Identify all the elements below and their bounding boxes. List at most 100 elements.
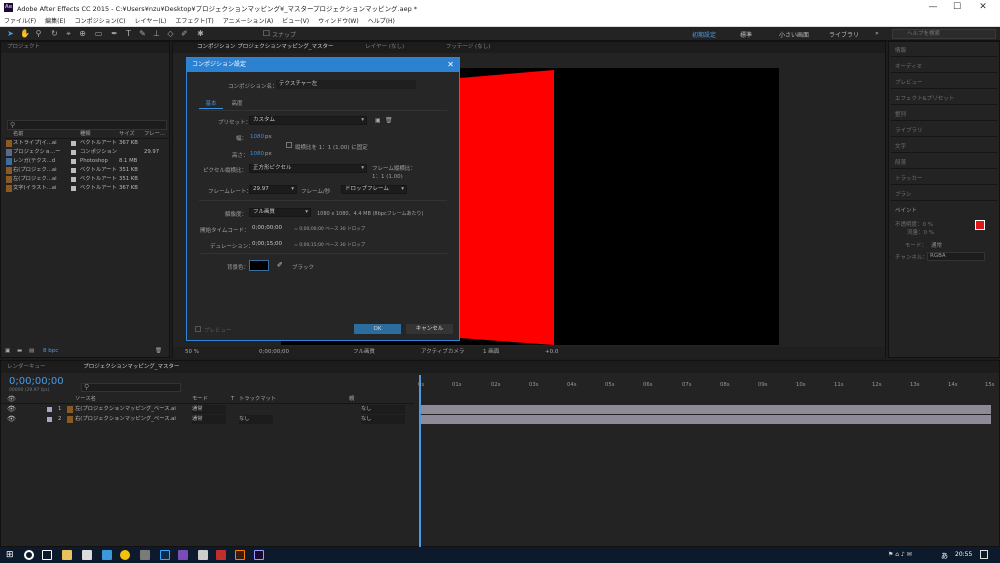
layer-name[interactable]: 右(プロジェクションマッピング_ベース.ai — [75, 415, 179, 424]
store-icon[interactable] — [82, 550, 92, 560]
height-value[interactable]: 1080 — [250, 151, 264, 157]
project-item[interactable]: レンガ(テクス...d Photoshop 8.1 MB — [5, 157, 169, 166]
background-color-swatch[interactable] — [249, 260, 269, 271]
pan-behind-tool-icon[interactable]: ⊕ — [78, 29, 87, 38]
after-effects-taskbar-icon[interactable] — [254, 550, 264, 560]
save-preset-icon[interactable]: ▣ — [375, 117, 381, 124]
ok-button[interactable]: OK — [354, 324, 401, 334]
camera-dropdown[interactable]: アクティブカメラ — [421, 347, 464, 358]
panel-paragraph[interactable]: 段落 — [895, 158, 906, 166]
comp-name-input[interactable]: テクスチャー左 — [276, 80, 416, 89]
project-item[interactable]: 文字(イラスト...ai ベクトルアート 367 KB — [5, 184, 169, 193]
tab-footage[interactable]: フッテージ (なし) — [446, 44, 490, 50]
panel-effects-presets[interactable]: エフェクト&プリセット — [895, 94, 954, 102]
mail-icon[interactable] — [198, 550, 208, 560]
layer-duration-bar[interactable] — [419, 405, 991, 414]
menu-window[interactable]: ウィンドウ(W) — [318, 16, 359, 25]
windows-start-icon[interactable]: ⊞ — [6, 550, 16, 560]
menu-animation[interactable]: アニメーション(A) — [223, 16, 274, 25]
rotate-tool-icon[interactable]: ↻ — [50, 29, 59, 38]
col-source-name[interactable]: ソース名 — [75, 395, 96, 404]
clone-stamp-tool-icon[interactable]: ⊥ — [152, 29, 161, 38]
new-folder-icon[interactable]: ▬ — [17, 348, 22, 354]
project-item[interactable]: プロジェクショ...ー コンポジション 29.97 — [5, 148, 169, 157]
layer-mode-dropdown[interactable]: 通常 — [192, 405, 226, 414]
menu-edit[interactable]: 編集(E) — [45, 16, 65, 25]
tab-layer[interactable]: レイヤー (なし) — [365, 44, 404, 50]
tab-composition[interactable]: コンポジション プロジェクションマッピング_マスター — [197, 44, 334, 50]
panel-libraries[interactable]: ライブラリ — [895, 126, 923, 134]
eyedropper-icon[interactable]: ✐ — [277, 261, 283, 269]
layer-duration-bar[interactable] — [419, 415, 991, 424]
task-view-icon[interactable] — [42, 550, 52, 560]
cortana-icon[interactable] — [24, 550, 34, 560]
col-frame[interactable]: フレー... — [144, 130, 165, 139]
selection-tool-icon[interactable]: ➤ — [6, 29, 15, 38]
duration-input[interactable]: 0;00;15;00 — [249, 240, 289, 249]
foreground-color-swatch[interactable] — [975, 220, 985, 230]
exposure-value[interactable]: +0.0 — [545, 347, 558, 358]
pen-tool-icon[interactable]: ✒ — [110, 29, 119, 38]
camera-tool-icon[interactable]: ⌖ — [64, 29, 73, 38]
timeline-current-time[interactable]: 0;00;00;00 — [9, 376, 64, 387]
more-workspaces-button[interactable]: » — [875, 30, 879, 37]
paint-flow[interactable]: 流量：0 % — [907, 228, 934, 236]
layer-mode-dropdown[interactable]: 通常 — [192, 415, 226, 424]
panel-tracker[interactable]: トラッカー — [895, 174, 923, 182]
rectangle-tool-icon[interactable]: ▭ — [94, 29, 103, 38]
start-timecode-input[interactable]: 0;00;00;00 — [249, 224, 289, 233]
eraser-tool-icon[interactable]: ◇ — [166, 29, 175, 38]
resolution-dropdown[interactable]: フル画質 ▾ — [249, 208, 311, 217]
cancel-button[interactable]: キャンセル — [406, 324, 453, 334]
views-dropdown[interactable]: 1 画面 — [483, 347, 499, 358]
visibility-eye-icon[interactable]: 👁 — [7, 415, 16, 424]
type-tool-icon[interactable]: T — [124, 29, 133, 38]
visual-studio-icon[interactable] — [178, 550, 188, 560]
tab-timeline-comp[interactable]: プロジェクションマッピング_マスター — [83, 364, 179, 370]
chrome-icon[interactable] — [120, 550, 130, 560]
frame-rate-dropdown[interactable]: 29.97 ▾ — [249, 185, 297, 194]
col-track-matte[interactable]: トラックマット — [239, 395, 276, 404]
illustrator-icon[interactable] — [235, 550, 245, 560]
workspace-small-screen[interactable]: 小さい画面 — [779, 30, 809, 39]
panel-audio[interactable]: オーディオ — [895, 62, 922, 70]
zoom-tool-icon[interactable]: ⚲ — [34, 29, 43, 38]
col-name[interactable]: 名前 — [13, 130, 24, 139]
tab-advanced[interactable]: 高度 — [225, 99, 249, 109]
tab-render-queue[interactable]: レンダーキュー — [7, 364, 46, 370]
puppet-tool-icon[interactable]: ✱ — [196, 29, 205, 38]
brush-tool-icon[interactable]: ✎ — [138, 29, 147, 38]
delete-icon[interactable]: 🗑 — [155, 348, 162, 354]
panel-info[interactable]: 情報 — [895, 46, 906, 54]
photoshop-icon[interactable] — [160, 550, 170, 560]
panel-preview[interactable]: プレビュー — [895, 78, 923, 86]
timeline-layer[interactable]: 👁 2 右(プロジェクションマッピング_ベース.ai 通常 なし なし — [1, 415, 414, 424]
timeline-layer[interactable]: 👁 1 左(プロジェクションマッピング_ベース.ai 通常 なし — [1, 405, 414, 414]
workspace-standard[interactable]: 標準 — [740, 30, 752, 39]
zoom-dropdown[interactable]: 50 % — [185, 347, 199, 358]
current-time-indicator[interactable] — [419, 375, 421, 547]
preset-dropdown[interactable]: カスタム ▾ — [249, 116, 367, 125]
panel-character[interactable]: 文字 — [895, 142, 906, 150]
project-item[interactable]: ストライプ(イ...ai ベクトルアート 367 KB — [5, 139, 169, 148]
menu-file[interactable]: ファイル(F) — [4, 16, 36, 25]
timeline-search-input[interactable]: ⚲ — [81, 383, 181, 392]
minimize-button[interactable]: — — [922, 1, 944, 14]
drop-frame-dropdown[interactable]: ドロップフレーム ▾ — [341, 185, 407, 194]
panel-align[interactable]: 整列 — [895, 110, 906, 118]
paint-channel-dropdown[interactable]: RGBA — [927, 252, 985, 261]
layer-name[interactable]: 左(プロジェクションマッピング_ベース.ai — [75, 405, 179, 414]
project-item[interactable]: 左(プロジェク...ai ベクトルアート 351 KB — [5, 175, 169, 184]
notification-icon[interactable] — [980, 550, 988, 559]
col-parent[interactable]: 親 — [349, 395, 354, 404]
visibility-eye-icon[interactable]: 👁 — [7, 405, 16, 414]
snap-checkbox-icon[interactable]: ☐ — [262, 29, 271, 38]
lock-aspect-checkbox[interactable] — [286, 142, 292, 148]
file-explorer-icon[interactable] — [62, 550, 72, 560]
clock[interactable]: 20:55 — [955, 551, 972, 558]
menu-layer[interactable]: レイヤー(L) — [135, 16, 167, 25]
col-type[interactable]: 種類 — [80, 130, 91, 139]
app-icon[interactable] — [140, 550, 150, 560]
width-value[interactable]: 1080 — [250, 134, 264, 140]
project-search-input[interactable]: ⚲ — [7, 120, 167, 130]
